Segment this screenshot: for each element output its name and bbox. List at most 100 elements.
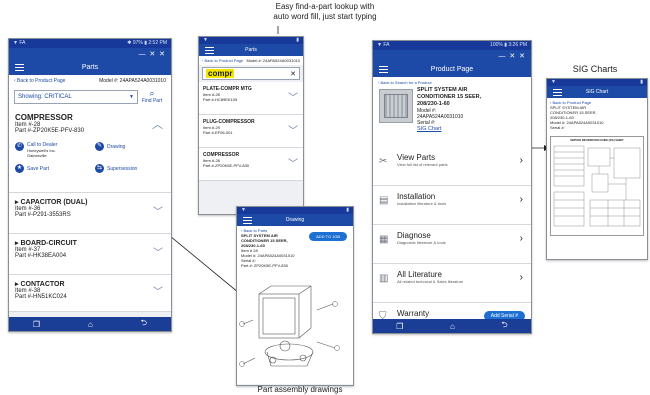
back-icon[interactable]: ⮌	[501, 319, 507, 333]
menu-subtitle: Installation literature & tools	[397, 201, 447, 206]
menu-title: Diagnose	[397, 231, 431, 240]
part-heading: ▸ CAPACITOR (DUAL)	[15, 199, 88, 206]
menu-all-literature[interactable]: ▥ All Literature All related technical &…	[373, 264, 531, 303]
phone-part-search: ▼ ▮ Parts ‹ Back to Product Page Model #:…	[198, 36, 304, 215]
chevron-right-icon: ›	[519, 194, 523, 205]
chevron-up-icon[interactable]: ︿	[152, 116, 163, 132]
chevron-down-icon[interactable]: ﹀	[153, 244, 163, 259]
status-bar: ▼ FA 100% ▮ 3:26 PM	[373, 41, 531, 50]
back-link[interactable]: ‹ Back to Search for a Product	[378, 80, 526, 85]
drawing-button[interactable]: ✎ Drawing	[95, 142, 125, 151]
status-bar: ▼ ▮	[237, 207, 353, 214]
page-title: SIG Chart	[585, 89, 609, 95]
home-icon[interactable]: ⌂	[450, 322, 455, 331]
serial-number: Serial #:	[550, 125, 565, 130]
chevron-down-icon[interactable]: ﹀	[288, 122, 298, 137]
sig-chart-link[interactable]: SIG Chart	[417, 126, 481, 132]
result-part: Part #-EF06-001	[203, 130, 233, 135]
page-title: Parts	[245, 47, 257, 53]
part-heading: ▸ CONTACTOR	[15, 281, 65, 288]
product-image	[379, 89, 413, 123]
supersession-label: Supersession	[107, 165, 138, 172]
menu-view-parts[interactable]: ✂ View Parts View full list of relevant …	[373, 147, 531, 186]
sig-chart-title: SERVICE INFORMATION GUIDE (SIG) SHEET	[570, 139, 624, 142]
part-row[interactable]: ▸ CAPACITOR (DUAL) Item #-36 Part #-P291…	[9, 193, 171, 234]
recent-apps-icon[interactable]: ❐	[33, 320, 40, 329]
menu-subtitle: All related technical & Sales literature	[397, 279, 464, 284]
wrench-icon: ✂	[379, 156, 388, 167]
back-icon[interactable]: ⮌	[141, 317, 147, 331]
menu-icon[interactable]	[379, 64, 388, 75]
status-right: 100% ▮ 3:26 PM	[490, 42, 527, 48]
status-left: ▼ FA	[377, 42, 390, 48]
filter-select[interactable]: Showing: CRITICAL ▼	[14, 89, 138, 104]
back-link[interactable]: ‹ Back to Product Page	[14, 78, 65, 84]
chevron-right-icon: ›	[519, 272, 523, 283]
part-number: Part #-P291-3553RS	[15, 212, 71, 218]
clear-icon[interactable]: ✕	[290, 70, 296, 78]
app-header: Drawing	[237, 214, 353, 226]
chevron-down-icon[interactable]: ﹀	[288, 155, 298, 170]
chevron-down-icon[interactable]: ﹀	[153, 203, 163, 218]
phone-parts-list: ▼ FA ✱ 97% ▮ 2:52 PM — ✕ ✕ Parts ‹ Back …	[8, 38, 172, 332]
menu-subtitle: Diagnostic literature & tools	[397, 240, 446, 245]
product-name: SPLIT SYSTEM AIR CONDITIONER 15 SEER, 20…	[550, 105, 597, 120]
recent-apps-icon[interactable]: ❐	[396, 322, 403, 331]
sig-chart-diagram	[553, 145, 641, 227]
chevron-down-icon[interactable]: ﹀	[153, 283, 163, 298]
phone-icon: ✆	[15, 142, 24, 151]
save-part-label: Save Part	[27, 165, 49, 172]
compressor-part: Part #-ZP20K5E-PFV-830	[15, 128, 85, 134]
part-number: Part #: ZP20K5E-PFV-830	[241, 263, 288, 268]
page-title: Drawing	[285, 217, 305, 223]
status-bar: ▼ FA ✱ 97% ▮ 2:52 PM	[9, 39, 171, 48]
drawing-label: Drawing	[107, 143, 126, 150]
compressor-heading: COMPRESSOR	[15, 113, 73, 122]
chevron-right-icon: ›	[519, 233, 523, 244]
search-result[interactable]: COMPRESSOR Item #-28 Part #-ZP20K5E-PFV-…	[199, 148, 303, 181]
menu-title: All Literature	[397, 270, 442, 279]
status-right: ✱ 97% ▮ 2:52 PM	[127, 40, 167, 46]
supersession-button[interactable]: ⇆ Supersession	[95, 164, 137, 173]
find-part-label: Find Part	[141, 98, 163, 104]
chevron-right-icon: ›	[519, 155, 523, 166]
menu-icon[interactable]	[243, 215, 252, 226]
window-controls[interactable]: — ✕ ✕	[498, 52, 525, 60]
menu-icon[interactable]	[15, 62, 24, 73]
assembly-drawing[interactable]	[237, 280, 353, 384]
search-value: compr	[206, 69, 235, 78]
app-header: Parts	[9, 59, 171, 75]
phone-sig-chart: ▼ ▮ SIG Chart ‹ Back to Product Page SPLI…	[546, 78, 648, 260]
search-result[interactable]: PLUG-COMPRESSOR Item #-29 Part #-EF06-00…	[199, 115, 303, 148]
part-search-input[interactable]: compr ✕	[202, 67, 300, 80]
menu-diagnose[interactable]: ▦ Diagnose Diagnostic literature & tools…	[373, 225, 531, 264]
call-dealer-button[interactable]: ✆ Call to Dealer Honeywell's Inc. Gaines…	[15, 142, 57, 158]
part-row[interactable]: ▸ CONTACTOR Item #-38 Part #-HN51KC024 ﹀	[9, 275, 171, 312]
home-icon[interactable]: ⌂	[88, 320, 93, 329]
menu-icon[interactable]	[205, 45, 214, 56]
sig-chart-document[interactable]: SERVICE INFORMATION GUIDE (SIG) SHEET	[550, 136, 644, 236]
status-bar: ▼ ▮	[547, 79, 647, 86]
phone-product-page: ▼ FA 100% ▮ 3:26 PM — ✕ ✕ Product Page ‹…	[372, 40, 532, 334]
menu-title: View Parts	[397, 153, 436, 162]
android-nav-bar: ❐ ⌂ ⮌	[373, 319, 531, 333]
back-link[interactable]: ‹ Back to Product Page	[202, 58, 243, 63]
books-icon: ▥	[379, 273, 389, 284]
dealer-name: Honeywell's Inc. Gainesville	[27, 148, 56, 158]
menu-installation[interactable]: ▤ Installation Installation literature &…	[373, 186, 531, 225]
status-left: ▼ FA	[13, 40, 26, 46]
compressor-card: COMPRESSOR Item #-28 Part #-ZP20K5E-PFV-…	[9, 108, 171, 193]
result-part: Part #-HC89EK105	[203, 97, 238, 102]
find-part-button[interactable]: ⌕ Find Part	[138, 89, 166, 105]
model-number: Model #: 24APA524A0031010	[99, 78, 166, 84]
window-controls[interactable]: — ✕ ✕	[138, 50, 165, 58]
add-to-job-button[interactable]: ADD TO JOB	[309, 232, 347, 241]
dropdown-arrow-icon: ▼	[129, 93, 134, 100]
result-part: Part #-ZP20K5E-PFV-830	[203, 163, 250, 168]
save-part-button[interactable]: ★ Save Part	[15, 164, 49, 173]
part-row[interactable]: ▸ BOARD-CIRCUIT Item #-37 Part #-HK38EA0…	[9, 234, 171, 275]
search-result[interactable]: PLATE-COMPR MTG Item #-28 Part #-HC89EK1…	[199, 82, 303, 115]
assembly-drawing-svg	[239, 285, 340, 367]
menu-icon[interactable]	[553, 87, 562, 98]
chevron-down-icon[interactable]: ﹀	[288, 89, 298, 104]
